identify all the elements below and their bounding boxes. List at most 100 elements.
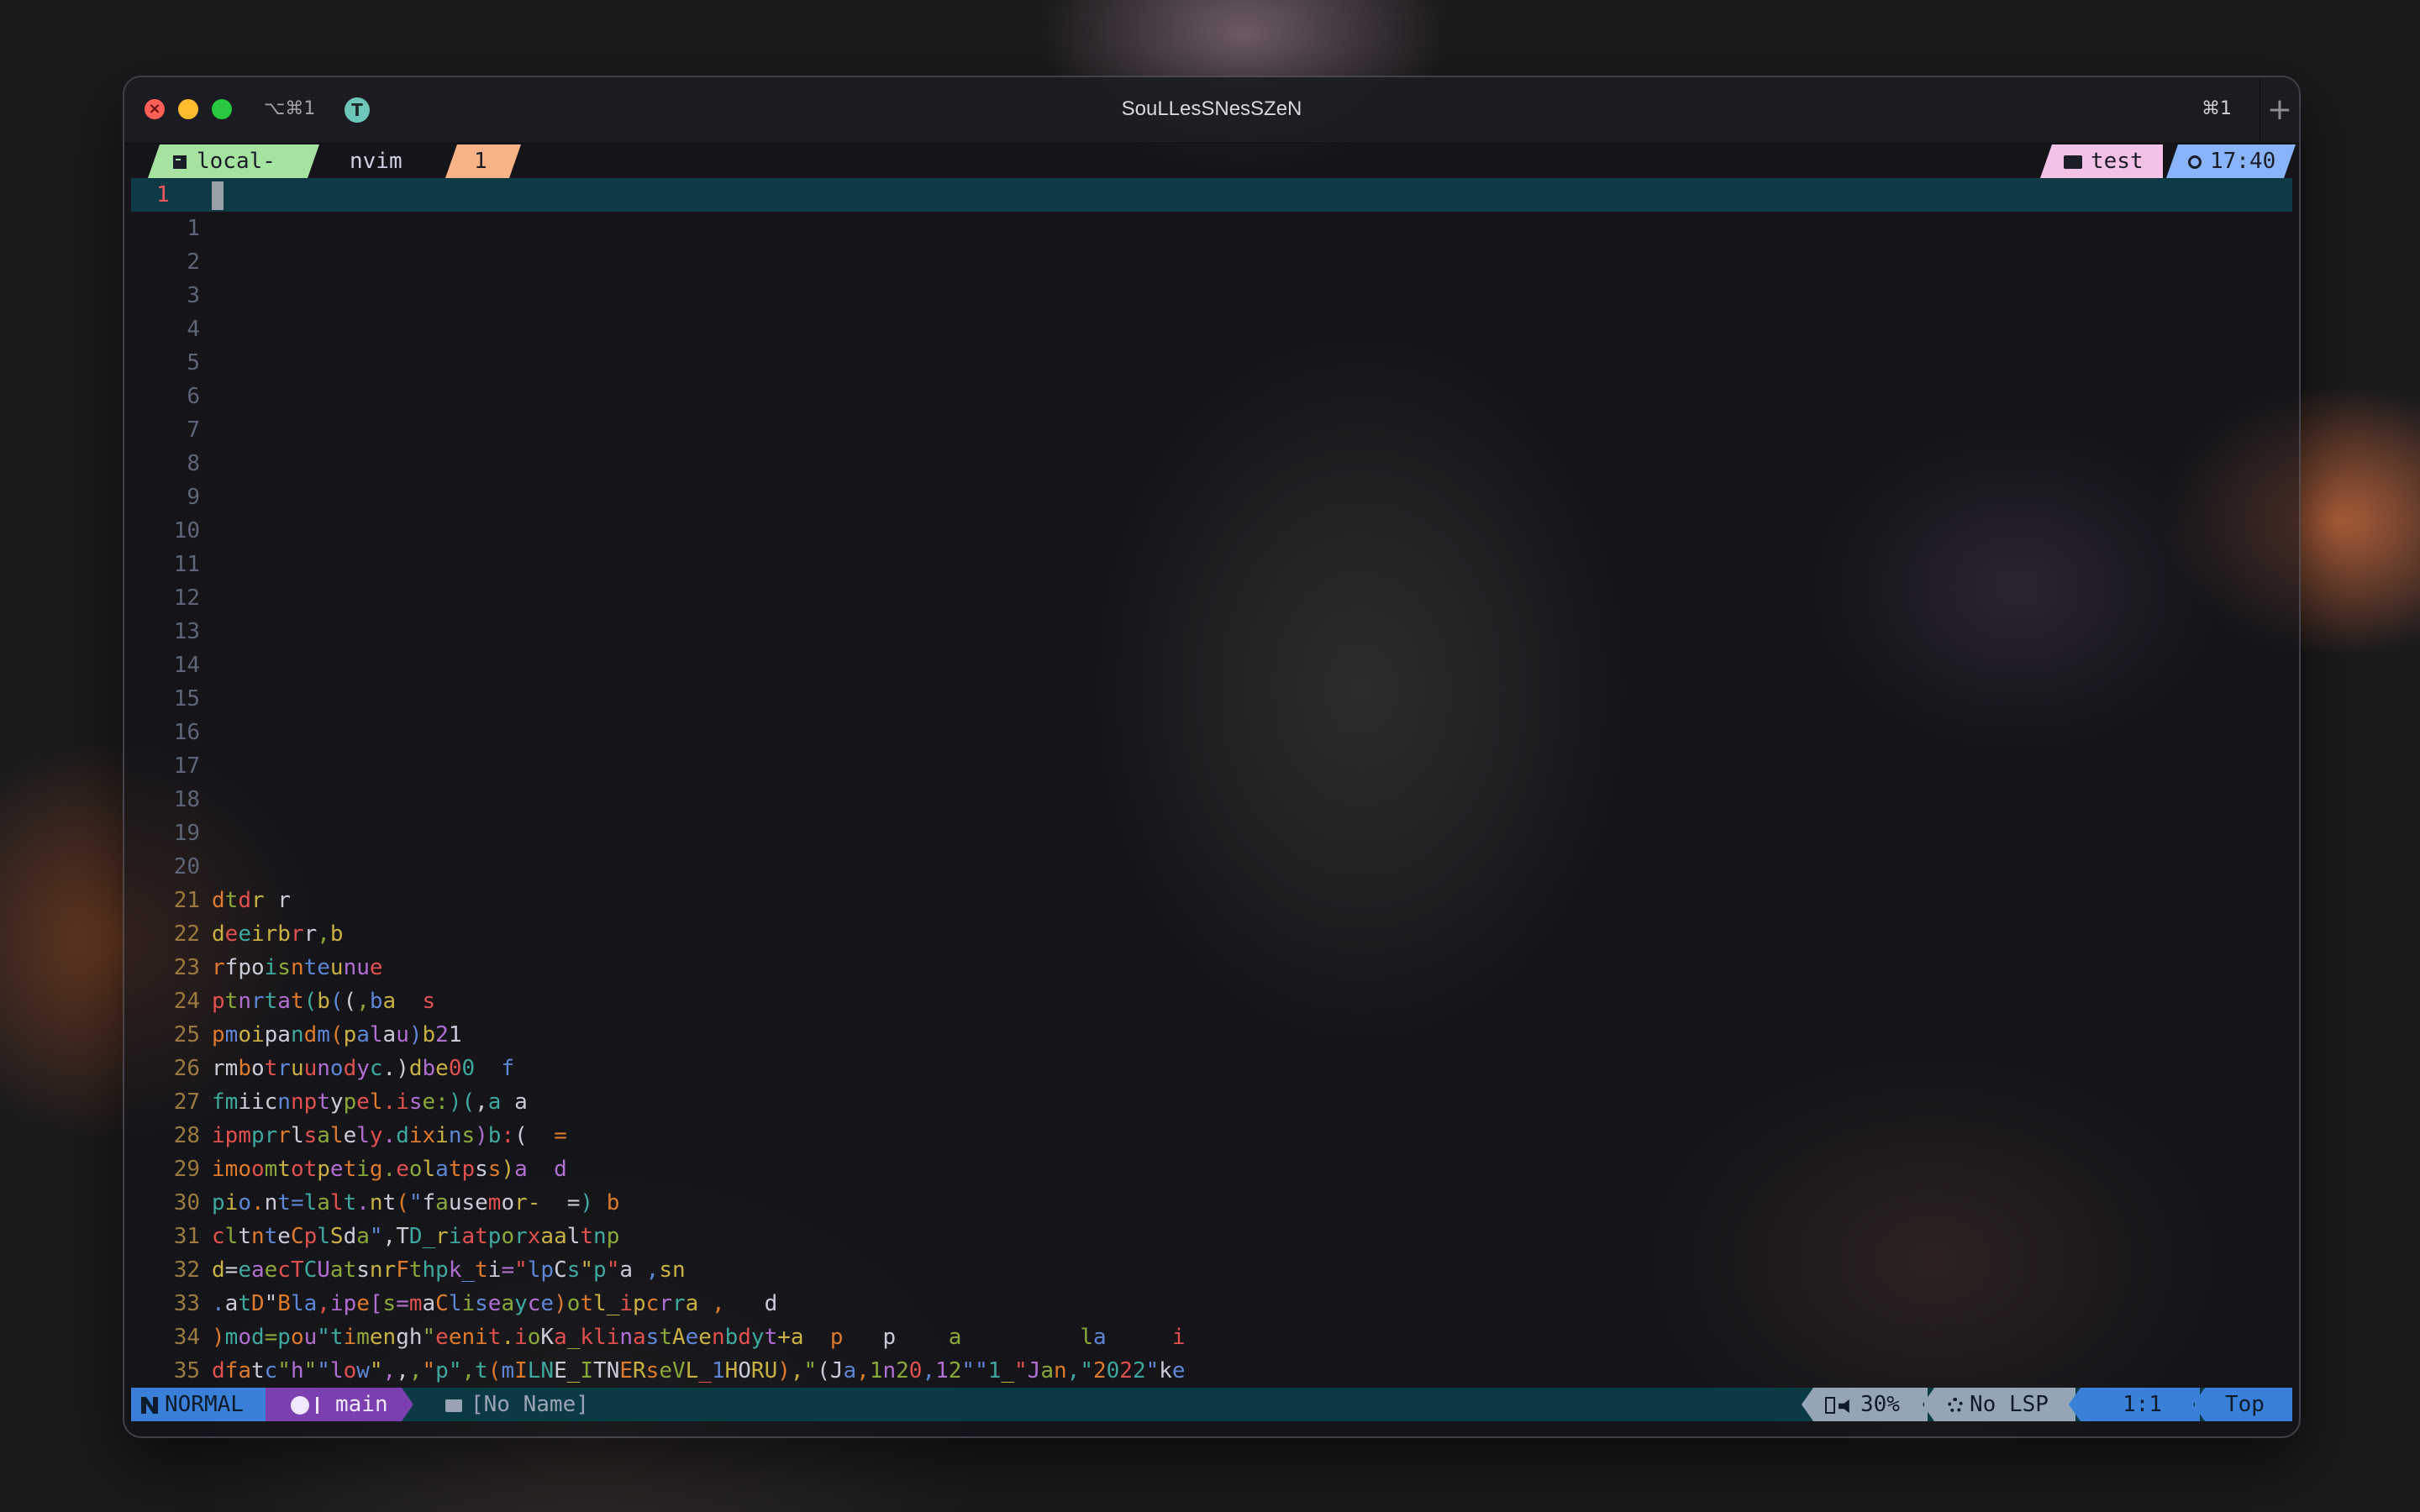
tab-index-shortcut: ⌘1 (2202, 98, 2232, 119)
tmux-directory-label: test (2091, 149, 2144, 174)
text-cursor (212, 181, 224, 210)
line-number: 35 (173, 1358, 200, 1383)
clock-icon (2188, 155, 2202, 169)
line-number: 10 (173, 518, 200, 543)
line-number: 2 (187, 249, 200, 275)
tmux-window-name[interactable]: nvim (338, 144, 414, 178)
code-line: 30 pio.nt=lalt.nt("fausemor- =) b (131, 1186, 2292, 1220)
line-number: 26 (173, 1056, 200, 1081)
git-branch: main (266, 1388, 413, 1421)
code-line: 3 (131, 279, 2292, 312)
code-line: 32 d=eaecTCUatsnrFthpk_ti="lpCs"p"a ,sn (131, 1253, 2292, 1287)
editor-buffer[interactable]: 1 1 2 3 4 5 6 7 8 9 10 11 12 13 14 15 16 17 18 19 20 21 dtdr … (131, 178, 2292, 1388)
line-number: 16 (173, 720, 200, 745)
line-text: ipmprrlsalely.dixins)b:( = (212, 1123, 567, 1148)
line-number: 24 (173, 989, 200, 1014)
cursor-line: 1 (131, 178, 2292, 212)
tmux-status-bar: local-main nvim 1 test 17:40 (131, 144, 2296, 178)
code-line: 28 ipmprrlsalely.dixins)b:( = (131, 1119, 2292, 1152)
code-line: 13 (131, 615, 2292, 648)
code-line: 9 (131, 480, 2292, 514)
line-number: 33 (173, 1291, 200, 1316)
code-lines: 1 2 3 4 5 6 7 8 9 10 11 12 13 14 15 16 17 18 19 20 21 dtdr r2… (131, 212, 2292, 1388)
branch-icon (316, 1397, 327, 1414)
line-number: 9 (187, 485, 200, 510)
line-number: 7 (187, 417, 200, 443)
line-text: rmbotruunodyc.)dbe00 f (212, 1056, 515, 1081)
line-text: dfatc"h""low",,,"p",t(mILNE_ITNERseVL_1H… (212, 1358, 1186, 1383)
line-number: 27 (173, 1089, 200, 1115)
mode-indicator: NORMAL (131, 1388, 277, 1421)
file-name-label: [No Name] (471, 1392, 589, 1417)
cursor-line-number: 1 (156, 182, 170, 207)
code-line: 5 (131, 346, 2292, 380)
line-number: 29 (173, 1157, 200, 1182)
tmux-directory: test (2040, 144, 2163, 178)
file-name: [No Name] (445, 1388, 589, 1421)
line-number: 23 (173, 955, 200, 980)
folder-icon (2064, 155, 2082, 169)
line-number: 6 (187, 384, 200, 409)
battery-status: 30% (1802, 1388, 1928, 1421)
line-text: )mod=pou"timengh"eenit.ioKa_klinastAeenb… (212, 1325, 1186, 1350)
code-line: 17 (131, 749, 2292, 783)
line-text: ptnrtat(b((,ba s (212, 989, 436, 1014)
line-number: 30 (173, 1190, 200, 1215)
line-number: 1 (187, 216, 200, 241)
line-number: 32 (173, 1257, 200, 1283)
code-line: 23 rfpoisnteunue (131, 951, 2292, 984)
line-text: fmiicnnptypel.ise:)(,a a (212, 1089, 528, 1115)
line-number: 5 (187, 350, 200, 375)
code-line: 29 imoomtotpetig.eolatpss)a d (131, 1152, 2292, 1186)
code-line: 18 (131, 783, 2292, 816)
code-line: 16 (131, 716, 2292, 749)
line-number: 31 (173, 1224, 200, 1249)
code-line: 34 )mod=pou"timengh"eenit.ioKa_klinastAee… (131, 1320, 2292, 1354)
line-text: pio.nt=lalt.nt("fausemor- =) b (212, 1190, 620, 1215)
mute-icon (1839, 1399, 1849, 1413)
line-number: 28 (173, 1123, 200, 1148)
line-number: 11 (173, 552, 200, 577)
line-number: 4 (187, 317, 200, 342)
line-number: 20 (173, 854, 200, 879)
code-line: 20 (131, 850, 2292, 884)
lsp-status: No LSP (1923, 1388, 2075, 1421)
line-text: imoomtotpetig.eolatpss)a d (212, 1157, 567, 1182)
line-number: 34 (173, 1325, 200, 1350)
code-line: 26 rmbotruunodyc.)dbe00 f (131, 1052, 2292, 1085)
code-line: 2 (131, 245, 2292, 279)
folder-icon (445, 1399, 462, 1412)
new-tab-button[interactable]: + (2260, 77, 2299, 143)
github-icon (291, 1396, 309, 1415)
line-text: pmoipandm(palau)b21 (212, 1022, 462, 1047)
code-line: 6 (131, 380, 2292, 413)
code-line: 7 (131, 413, 2292, 447)
cursor-position: 1:1 (2069, 1388, 2200, 1421)
code-line: 10 (131, 514, 2292, 548)
mode-label: NORMAL (165, 1392, 244, 1417)
line-number: 19 (173, 821, 200, 846)
terminal-window: × ⌥⌘1 T SouLLesSNesSZeN ⌘1 + local-main … (123, 76, 2301, 1438)
code-line: 22 deeirbrr,b (131, 917, 2292, 951)
battery-icon (1825, 1397, 1835, 1414)
branch-label: main (335, 1392, 388, 1417)
code-line: 25 pmoipandm(palau)b21 (131, 1018, 2292, 1052)
terminal-icon (173, 155, 187, 169)
window-title: SouLLesSNesSZeN (1121, 97, 1302, 120)
line-number: 12 (173, 585, 200, 611)
code-line: 15 (131, 682, 2292, 716)
line-text: dtdr r (212, 888, 291, 913)
line-text: d=eaecTCUatsnrFthpk_ti="lpCs"p"a ,sn (212, 1257, 686, 1283)
code-line: 21 dtdr r (131, 884, 2292, 917)
line-number: 15 (173, 686, 200, 711)
code-line: 12 (131, 581, 2292, 615)
neovim-icon (141, 1397, 158, 1414)
tmux-session[interactable]: local-main (148, 144, 319, 178)
line-number: 8 (187, 451, 200, 476)
line-number: 25 (173, 1022, 200, 1047)
tmux-time-label: 17:40 (2210, 149, 2276, 174)
code-line: 24 ptnrtat(b((,ba s (131, 984, 2292, 1018)
code-line: 35 dfatc"h""low",,,"p",t(mILNE_ITNERseVL_… (131, 1354, 2292, 1388)
line-text: .atD"Bla,ipe[s=maCliseayce)otl_ipcrra , … (212, 1291, 778, 1316)
tmux-window-index[interactable]: 1 (445, 144, 521, 178)
